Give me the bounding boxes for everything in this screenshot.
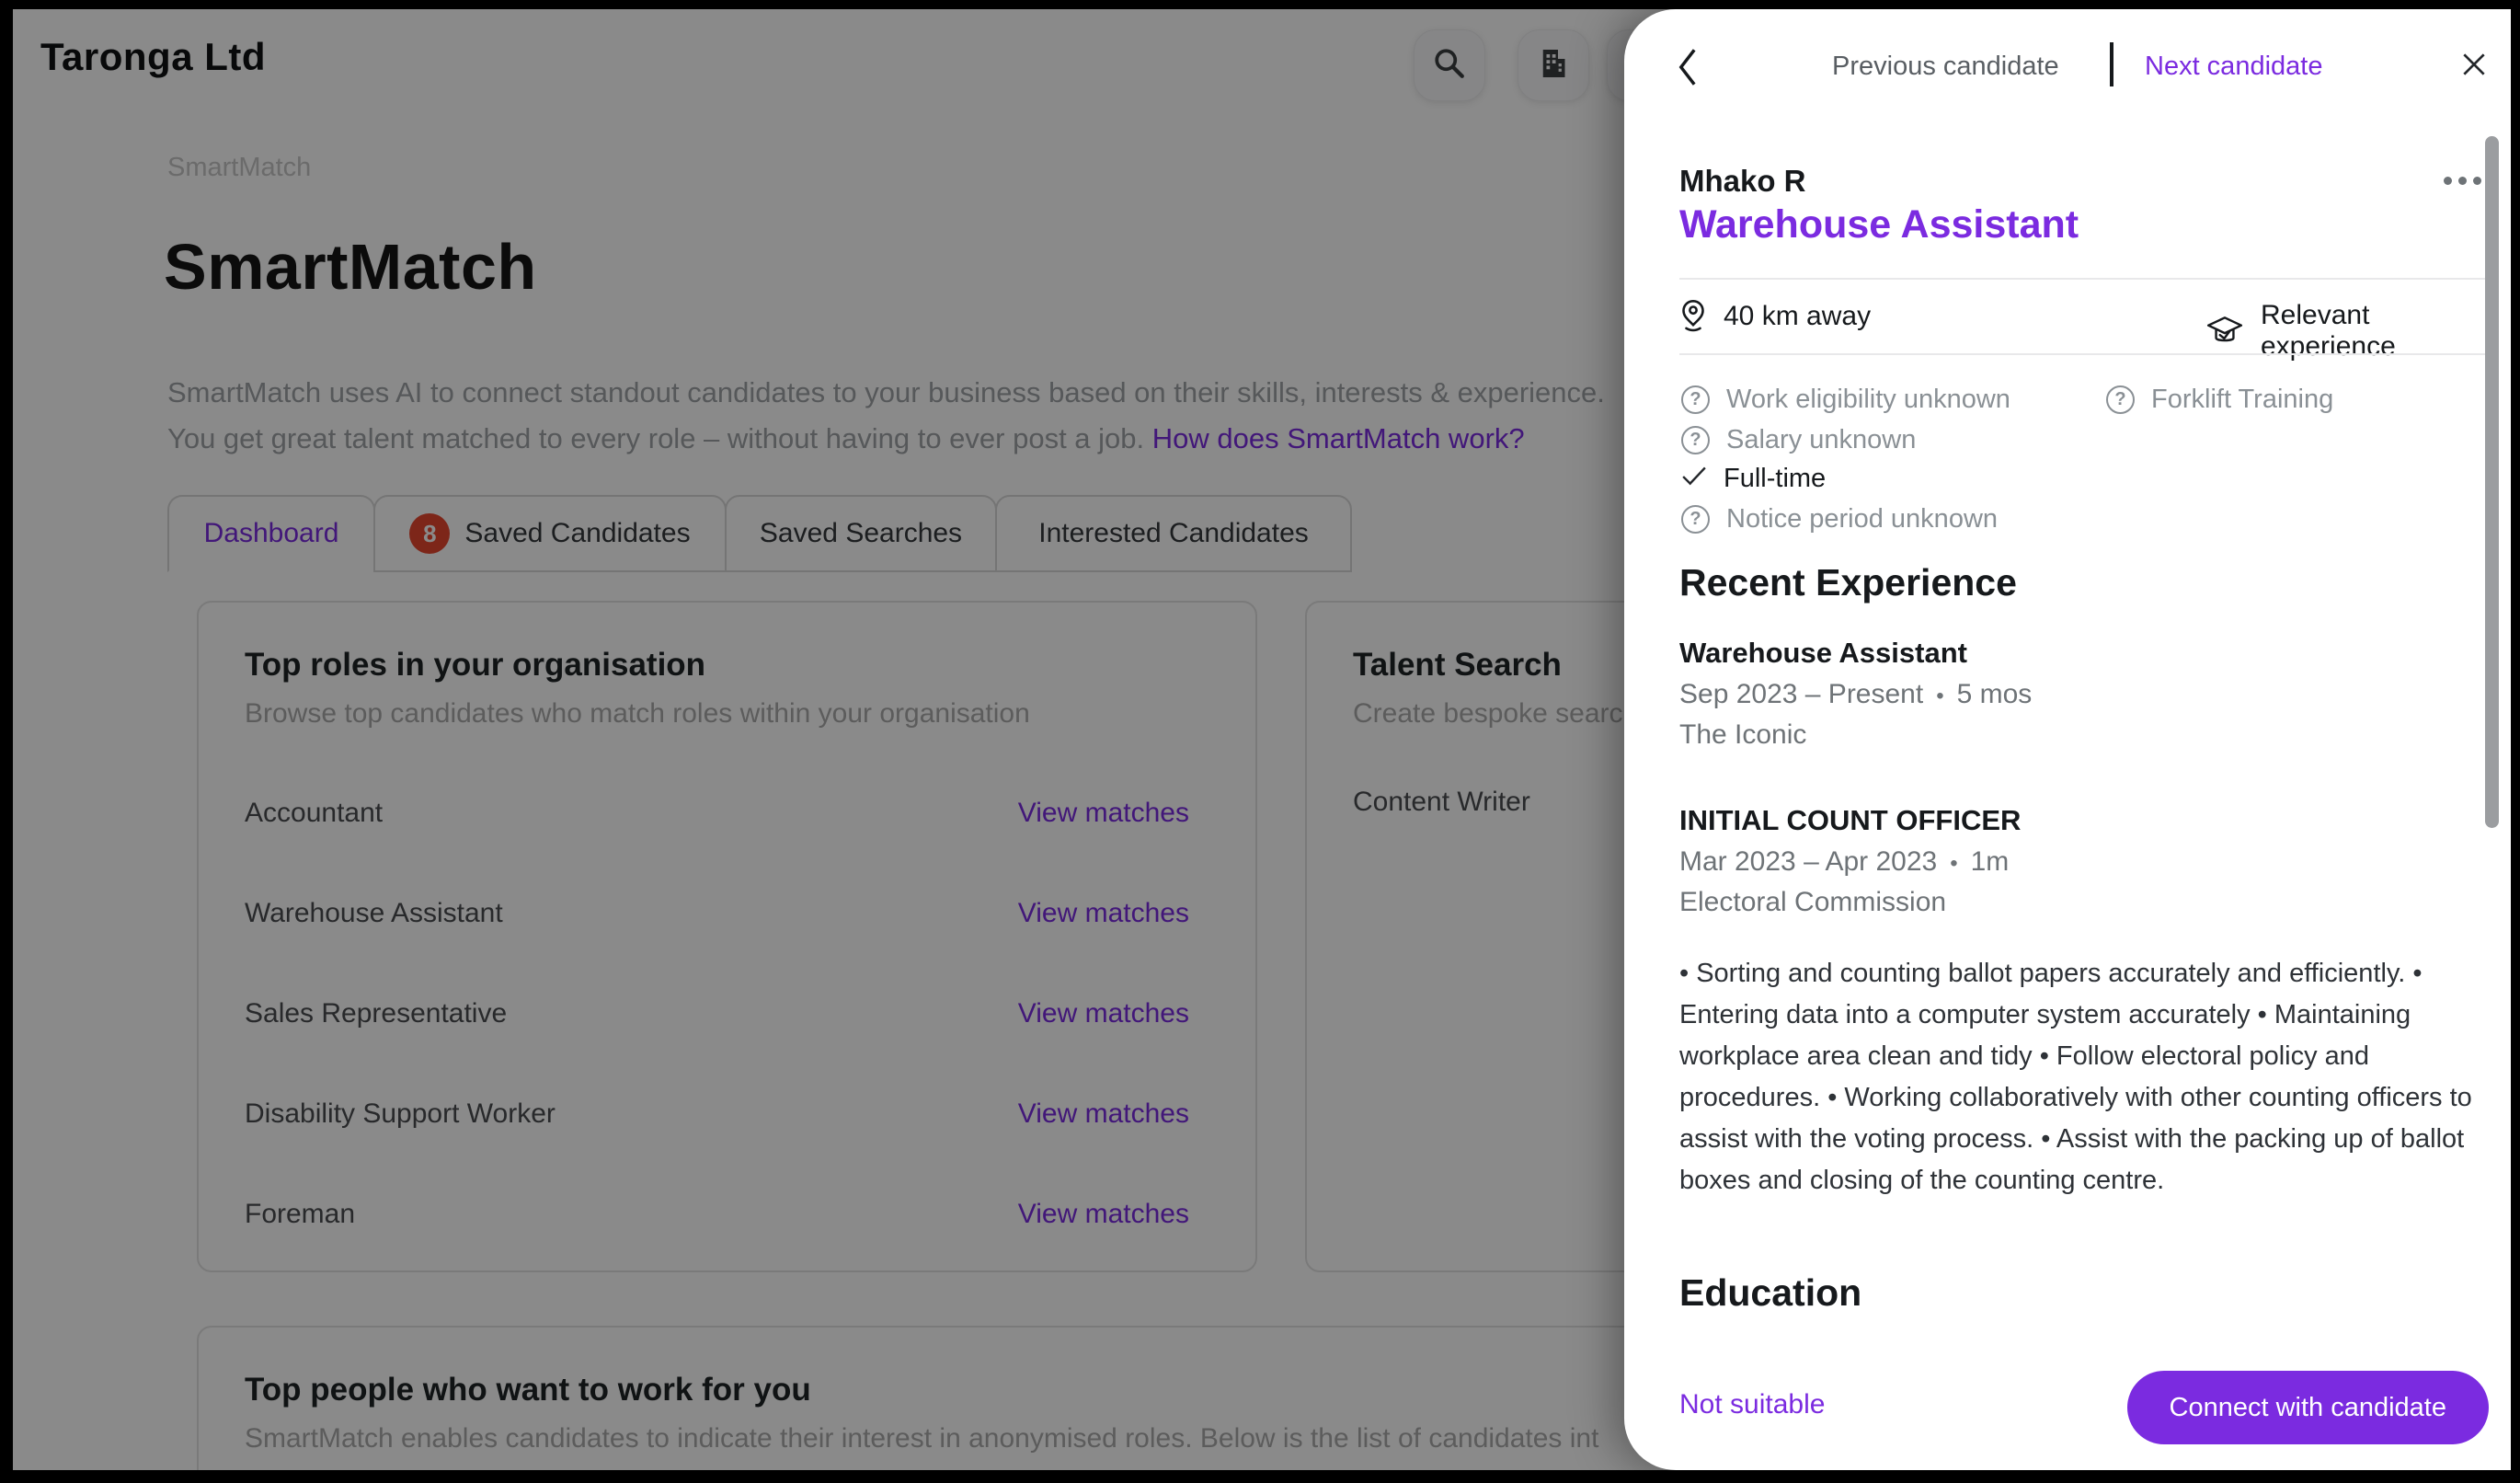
attribute-label: Work eligibility unknown	[1726, 385, 2010, 415]
role-row: Accountant View matches	[245, 763, 1209, 863]
tab-label: Interested Candidates	[1038, 518, 1309, 549]
attribute-notice-period: Notice period unknown	[1681, 504, 1998, 535]
connect-with-candidate-button[interactable]: Connect with candidate	[2127, 1371, 2489, 1444]
job-description: • Sorting and counting ballot papers acc…	[1679, 953, 2503, 1201]
bullet-separator: •	[1936, 684, 1943, 708]
nav-divider	[2110, 42, 2113, 86]
description-line-2: You get great talent matched to every ro…	[167, 422, 1144, 454]
role-row: Foreman View matches	[245, 1164, 1209, 1264]
view-matches-link[interactable]: View matches	[1018, 898, 1189, 929]
next-candidate-link[interactable]: Next candidate	[2145, 52, 2322, 82]
distance-meta: 40 km away	[1679, 298, 1871, 335]
attribute-label: Notice period unknown	[1726, 504, 1998, 535]
bullet-separator: •	[1950, 851, 1957, 876]
role-name: Sales Representative	[245, 998, 507, 1029]
top-roles-title: Top roles in your organisation	[245, 647, 1209, 684]
how-it-works-link[interactable]: How does SmartMatch work?	[1152, 422, 1525, 454]
role-name: Disability Support Worker	[245, 1098, 556, 1130]
previous-candidate-link[interactable]: Previous candidate	[1832, 52, 2059, 82]
companies-button[interactable]	[1518, 29, 1589, 101]
recent-experience-heading: Recent Experience	[1679, 561, 2017, 604]
job-date-range: Sep 2023 – Present	[1679, 679, 1923, 709]
divider	[1679, 278, 2496, 280]
question-icon	[2106, 385, 2135, 414]
search-button[interactable]	[1414, 29, 1485, 101]
chevron-left-icon	[1672, 76, 1703, 92]
role-row: Sales Representative View matches	[245, 963, 1209, 1063]
role-name: Warehouse Assistant	[245, 898, 503, 929]
question-icon	[1681, 426, 1710, 454]
role-row: Disability Support Worker View matches	[245, 1063, 1209, 1164]
job-dates: Sep 2023 – Present • 5 mos	[1679, 679, 2032, 710]
attribute-label: Forklift Training	[2151, 385, 2333, 415]
question-icon	[1681, 385, 1710, 414]
close-icon[interactable]	[2459, 50, 2489, 79]
breadcrumb[interactable]: SmartMatch	[167, 153, 311, 183]
job-duration: 5 mos	[1957, 679, 2033, 709]
search-icon	[1431, 45, 1468, 86]
saved-candidates-badge: 8	[409, 513, 450, 554]
view-matches-link[interactable]: View matches	[1018, 1199, 1189, 1230]
page-description: SmartMatch uses AI to connect standout c…	[167, 370, 1605, 462]
tab-saved-searches[interactable]: Saved Searches	[725, 495, 997, 572]
tab-saved-candidates[interactable]: 8 Saved Candidates	[373, 495, 727, 572]
candidate-role[interactable]: Warehouse Assistant	[1679, 202, 2079, 247]
graduation-cap-icon	[2205, 315, 2244, 348]
view-matches-link[interactable]: View matches	[1018, 1098, 1189, 1130]
company-name: Taronga Ltd	[40, 35, 266, 79]
app-window: Taronga Ltd SmartMatch SmartMatch SmartM…	[0, 0, 2520, 1483]
tab-label: Saved Searches	[760, 518, 962, 549]
view-matches-link[interactable]: View matches	[1018, 798, 1189, 829]
buildings-icon	[1535, 45, 1572, 86]
tab-dashboard[interactable]: Dashboard	[167, 495, 375, 572]
job-company: Electoral Commission	[1679, 887, 1946, 918]
page-title: SmartMatch	[164, 230, 537, 304]
attribute-salary: Salary unknown	[1681, 425, 1916, 455]
attribute-label: Full-time	[1724, 464, 1826, 494]
role-list: Accountant View matches Warehouse Assist…	[245, 763, 1209, 1264]
job-company: The Iconic	[1679, 719, 1806, 751]
job-date-range: Mar 2023 – Apr 2023	[1679, 846, 1937, 877]
education-heading: Education	[1679, 1271, 1861, 1315]
job-title: INITIAL COUNT OFFICER	[1679, 804, 2021, 837]
job-title: Warehouse Assistant	[1679, 637, 1967, 670]
role-name: Foreman	[245, 1199, 355, 1230]
attribute-label: Salary unknown	[1726, 425, 1916, 455]
question-icon	[1681, 505, 1710, 534]
description-line-1: SmartMatch uses AI to connect standout c…	[167, 376, 1605, 408]
role-row: Warehouse Assistant View matches	[245, 863, 1209, 963]
location-pin-icon	[1679, 298, 1707, 335]
attribute-forklift-training: Forklift Training	[2106, 385, 2333, 415]
job-duration: 1m	[1971, 846, 2010, 877]
top-roles-subtitle: Browse top candidates who match roles wi…	[245, 698, 1209, 730]
candidate-panel: Previous candidate Next candidate Mhako …	[1624, 9, 2511, 1470]
role-name: Accountant	[245, 798, 383, 829]
more-options-icon[interactable]	[2444, 177, 2481, 185]
check-icon	[1681, 464, 1707, 494]
view-matches-link[interactable]: View matches	[1018, 998, 1189, 1029]
divider	[1679, 353, 2496, 355]
tab-interested-candidates[interactable]: Interested Candidates	[995, 495, 1352, 572]
tab-label: Saved Candidates	[464, 518, 690, 549]
candidate-name: Mhako R	[1679, 164, 1806, 199]
back-button[interactable]	[1672, 46, 1703, 88]
not-suitable-link[interactable]: Not suitable	[1679, 1389, 1825, 1420]
panel-scrollbar[interactable]	[2485, 136, 2499, 828]
distance-label: 40 km away	[1724, 301, 1871, 332]
job-dates: Mar 2023 – Apr 2023 • 1m	[1679, 846, 2009, 878]
attribute-work-eligibility: Work eligibility unknown	[1681, 385, 2010, 415]
top-roles-card: Top roles in your organisation Browse to…	[197, 601, 1257, 1272]
tab-label: Dashboard	[204, 518, 339, 549]
attribute-work-type: Full-time	[1681, 464, 1826, 494]
